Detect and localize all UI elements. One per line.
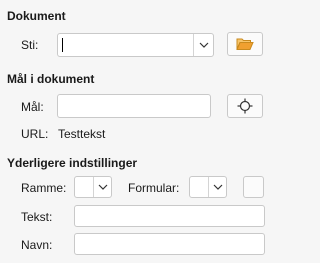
url-label: URL: — [21, 127, 49, 141]
text-label: Tekst: — [21, 210, 53, 224]
events-button[interactable] — [243, 176, 264, 198]
frame-dropdown-button[interactable] — [93, 177, 111, 197]
text-input[interactable] — [74, 205, 265, 227]
document-section-title: Dokument — [7, 9, 66, 23]
target-input[interactable] — [57, 94, 211, 118]
open-file-button[interactable] — [227, 32, 263, 56]
crosshair-target-icon — [237, 98, 253, 114]
text-cursor — [62, 38, 63, 52]
name-label: Navn: — [21, 238, 53, 252]
path-dropdown-button[interactable] — [193, 34, 213, 56]
chevron-down-icon — [199, 42, 208, 48]
chevron-down-icon — [98, 184, 107, 190]
target-section-title: Mål i dokument — [7, 72, 95, 86]
more-settings-title: Yderligere indstillinger — [7, 156, 138, 170]
path-label: Sti: — [21, 38, 39, 52]
path-combobox[interactable] — [57, 33, 214, 57]
name-input[interactable] — [74, 233, 265, 255]
target-button[interactable] — [227, 94, 263, 118]
folder-open-icon — [236, 38, 254, 50]
form-combobox[interactable] — [189, 176, 227, 198]
url-value: Testtekst — [58, 127, 106, 141]
chevron-down-icon — [213, 184, 222, 190]
form-label: Formular: — [128, 181, 180, 195]
form-dropdown-button[interactable] — [208, 177, 226, 197]
frame-combobox[interactable] — [74, 176, 112, 198]
target-label: Mål: — [21, 100, 44, 114]
frame-label: Ramme: — [21, 181, 67, 195]
